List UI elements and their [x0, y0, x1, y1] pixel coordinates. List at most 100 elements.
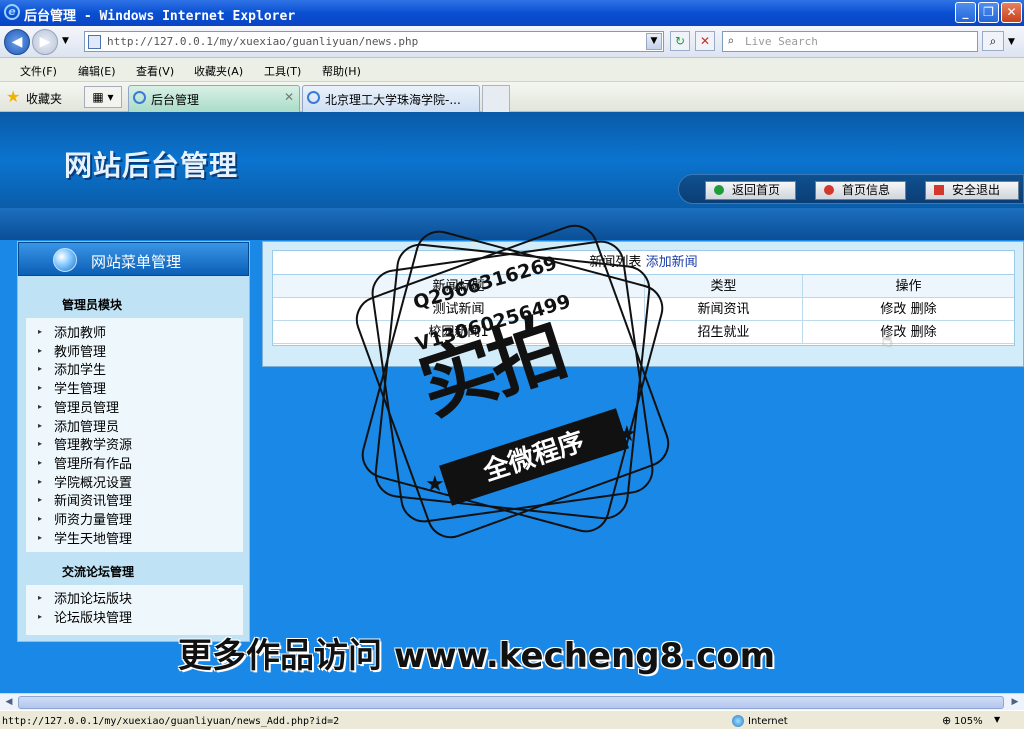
- refresh-icon[interactable]: ↻: [670, 31, 690, 51]
- bullet-icon: ▸: [38, 532, 43, 542]
- sidebar-item[interactable]: 学院概况设置: [54, 472, 132, 491]
- tab-bit-zhuhai[interactable]: 北京理工大学珠海学院-...: [302, 85, 480, 112]
- header-type: 类型: [645, 275, 803, 298]
- sidebar-item[interactable]: 教师管理: [54, 341, 106, 360]
- bullet-icon: ▸: [38, 514, 43, 523]
- bullet-icon: ▸: [38, 345, 43, 355]
- close-icon: [934, 185, 944, 195]
- sidebar-item[interactable]: 师资力量管理: [54, 509, 132, 528]
- header-strip: [0, 208, 1024, 240]
- status-zone: Internet: [748, 716, 788, 727]
- header-title: 新闻标题: [273, 275, 645, 298]
- header-actions: 操作: [803, 275, 1014, 298]
- zoom-dropdown-icon[interactable]: ▼: [994, 715, 1000, 724]
- add-news-link[interactable]: 添加新闻: [646, 255, 698, 270]
- bullet-icon: ▸: [38, 383, 43, 393]
- sidebar-item[interactable]: 学生管理: [54, 378, 106, 397]
- bullet-icon: ▸: [38, 401, 43, 411]
- sidebar-item[interactable]: 学生天地管理: [54, 528, 132, 547]
- history-dropdown-icon[interactable]: ▼: [62, 36, 69, 46]
- edit-link[interactable]: 修改: [880, 325, 906, 340]
- favorites-label[interactable]: 收藏夹: [26, 90, 62, 107]
- home-button[interactable]: 返回首页: [705, 181, 796, 200]
- sidebar-item[interactable]: 管理教学资源: [54, 434, 132, 453]
- scroll-thumb[interactable]: [18, 696, 1004, 709]
- sidebar-item[interactable]: 论坛版块管理: [54, 607, 132, 626]
- globe-icon: [53, 248, 77, 272]
- bullet-icon: ▸: [38, 364, 43, 374]
- refresh-icon: [714, 185, 724, 195]
- zoom-icon: ⊕: [942, 714, 952, 727]
- search-button[interactable]: ⌕: [982, 31, 1004, 51]
- sidebar-item[interactable]: 管理员管理: [54, 397, 119, 416]
- sidebar-item[interactable]: 添加学生: [54, 359, 106, 378]
- header-nav: 返回首页 首页信息 安全退出: [678, 174, 1024, 204]
- edit-link[interactable]: 修改: [880, 302, 906, 317]
- news-title-cell: 测试新闻: [273, 298, 645, 321]
- stop-icon[interactable]: ✕: [695, 31, 715, 51]
- address-toolbar: ◀ ▶ ▼ http://127.0.0.1/my/xuexiao/guanli…: [0, 26, 1024, 58]
- menu-favorites[interactable]: 收藏夹(A): [194, 63, 243, 79]
- maximize-button[interactable]: ❐: [978, 2, 999, 23]
- tab-label: 后台管理: [151, 93, 200, 107]
- bullet-icon: ▸: [38, 476, 43, 486]
- bullet-icon: ▸: [38, 593, 43, 602]
- logout-button[interactable]: 安全退出: [925, 181, 1019, 200]
- tab-close-icon[interactable]: ✕: [284, 90, 294, 104]
- news-actions-cell: 修改 删除: [803, 321, 1014, 344]
- back-button[interactable]: ◀: [4, 29, 30, 55]
- favorites-star-icon[interactable]: ★: [6, 87, 20, 106]
- menu-help[interactable]: 帮助(H): [322, 63, 361, 79]
- bullet-icon: ▸: [38, 495, 43, 505]
- table-title: 新闻列表: [589, 255, 642, 270]
- sidebar-header: 网站菜单管理: [18, 242, 249, 276]
- scroll-right-icon[interactable]: ▶: [1007, 695, 1023, 710]
- new-tab-button[interactable]: [482, 85, 510, 112]
- table-caption: 新闻列表 添加新闻: [273, 251, 1014, 275]
- sidebar-item[interactable]: 新闻资讯管理: [54, 490, 132, 509]
- sidebar-item[interactable]: 添加教师: [54, 322, 106, 341]
- search-input[interactable]: ⌕ Live Search: [722, 31, 978, 52]
- logout-label: 安全退出: [952, 183, 1001, 197]
- site-logo: 网站后台管理: [64, 149, 239, 182]
- section-title-forum: 交流论坛管理: [62, 565, 135, 579]
- menu-edit[interactable]: 编辑(E): [78, 63, 116, 79]
- bullet-icon: ▸: [38, 439, 43, 449]
- status-url: http://127.0.0.1/my/xuexiao/guanliyuan/n…: [2, 716, 340, 727]
- ie-tab-icon: [307, 91, 320, 104]
- menu-view[interactable]: 查看(V): [136, 63, 174, 79]
- address-dropdown-icon[interactable]: ▼: [646, 33, 662, 50]
- tab-label: 北京理工大学珠海学院-...: [325, 93, 461, 107]
- menu-file[interactable]: 文件(F): [20, 63, 57, 79]
- site-header: 网站后台管理 返回首页 首页信息 安全退出: [0, 112, 1024, 208]
- window-title: 后台管理 - Windows Internet Explorer: [24, 9, 296, 24]
- address-url: http://127.0.0.1/my/xuexiao/guanliyuan/n…: [107, 35, 419, 48]
- pie-icon: [824, 185, 834, 195]
- menu-tools[interactable]: 工具(T): [264, 63, 301, 79]
- internet-zone-icon: [732, 715, 744, 727]
- sidebar-item[interactable]: 添加论坛版块: [54, 588, 132, 607]
- favorites-bar: ★ 收藏夹 ▦ ▾ 后台管理 ✕ 北京理工大学珠海学院-...: [0, 82, 1024, 112]
- news-type-cell: 新闻资讯: [645, 298, 803, 321]
- sidebar-item[interactable]: 添加管理员: [54, 416, 119, 435]
- search-icon: ⌕: [727, 34, 735, 48]
- tab-admin[interactable]: 后台管理 ✕: [128, 85, 300, 112]
- horizontal-scrollbar[interactable]: ◀ ▶: [0, 693, 1024, 710]
- home-button-label: 返回首页: [732, 183, 781, 197]
- close-button[interactable]: ✕: [1001, 2, 1022, 23]
- home-info-button[interactable]: 首页信息: [815, 181, 906, 200]
- minimize-button[interactable]: _: [955, 2, 976, 23]
- sidebar-item[interactable]: 管理所有作品: [54, 453, 132, 472]
- address-field[interactable]: http://127.0.0.1/my/xuexiao/guanliyuan/n…: [84, 31, 664, 52]
- delete-link[interactable]: 删除: [911, 302, 937, 317]
- scroll-left-icon[interactable]: ◀: [1, 695, 17, 710]
- quick-tabs-icon[interactable]: ▦ ▾: [84, 86, 122, 108]
- zoom-level[interactable]: 105%: [954, 716, 983, 727]
- sidebar: 网站菜单管理 管理员模块 ▸ 添加教师 ▸ 教师管理 ▸ 添加学生 ▸ 学生管理 ▸ 管理员管理 ▸…: [17, 241, 250, 642]
- news-actions-cell: 修改 删除: [803, 298, 1014, 321]
- page-content: 网站后台管理 返回首页 首页信息 安全退出 网站菜单管理 管理员模块 ▸ 添加教师…: [0, 112, 1024, 693]
- status-bar: http://127.0.0.1/my/xuexiao/guanliyuan/n…: [0, 710, 1024, 729]
- delete-link[interactable]: 删除: [911, 325, 937, 340]
- search-options-icon[interactable]: ▼: [1008, 37, 1015, 47]
- forward-button[interactable]: ▶: [32, 29, 58, 55]
